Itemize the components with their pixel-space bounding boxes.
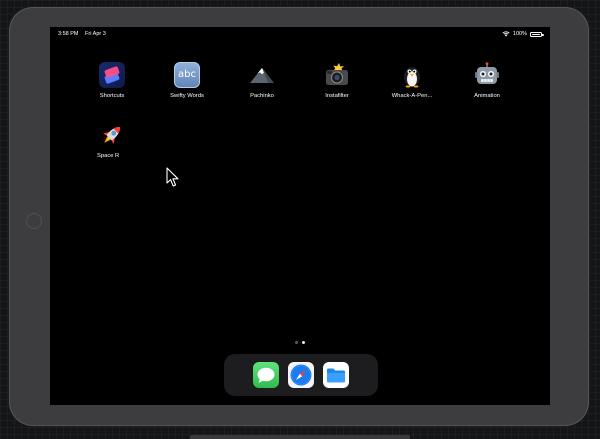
app-label: Animation: [474, 93, 500, 99]
dock-app-messages[interactable]: [253, 362, 279, 388]
files-icon: [327, 368, 345, 383]
mouse-pointer-icon: [166, 167, 179, 187]
messages-icon: [257, 367, 275, 383]
app-instafilter[interactable]: Instafilter: [302, 62, 372, 99]
swifty-words-icon: abc: [174, 62, 200, 88]
app-pachinko[interactable]: Pachinko: [227, 62, 297, 99]
rocket-icon: [99, 122, 125, 148]
app-label: Space R: [97, 153, 120, 159]
device-bottom-edge: [190, 435, 410, 439]
front-camera: [26, 213, 42, 229]
penguin-icon: [399, 62, 425, 88]
app-shortcuts[interactable]: Shortcuts: [77, 62, 147, 99]
app-label: Instafilter: [325, 93, 349, 99]
app-label: Shortcuts: [99, 93, 125, 99]
dock-app-safari[interactable]: [288, 362, 314, 388]
app-animation[interactable]: Animation: [452, 62, 522, 99]
wifi-icon: [502, 31, 510, 37]
app-label: Whack-A-Pen...: [391, 93, 433, 99]
app-label: Pachinko: [250, 93, 274, 99]
robot-icon: [474, 62, 500, 88]
battery-percent: 100%: [512, 31, 527, 37]
safari-icon: [290, 364, 312, 386]
dock-app-files[interactable]: [323, 362, 349, 388]
app-swifty-words[interactable]: abc Swifty Words: [152, 62, 222, 99]
app-label: Swifty Words: [170, 93, 204, 99]
page-dot-active[interactable]: [302, 341, 305, 344]
page-dot[interactable]: [295, 341, 298, 344]
camera-icon: [324, 62, 350, 88]
shortcuts-icon: [99, 62, 125, 88]
app-space-race[interactable]: Space R: [77, 122, 147, 159]
page-indicator[interactable]: [295, 341, 305, 344]
battery-icon: [530, 31, 544, 37]
dock: [224, 354, 378, 396]
home-screen: 3:58 PM Fri Apr 3 100% Shortcuts abc Swi…: [50, 27, 550, 405]
status-time: 3:58 PM: [58, 31, 79, 37]
app-whack-a-penguin[interactable]: Whack-A-Pen...: [377, 62, 447, 99]
status-date: Fri Apr 3: [85, 31, 106, 37]
mountain-icon: [249, 62, 275, 88]
status-bar: 3:58 PM Fri Apr 3 100%: [50, 27, 550, 41]
icon-text: abc: [178, 69, 196, 80]
